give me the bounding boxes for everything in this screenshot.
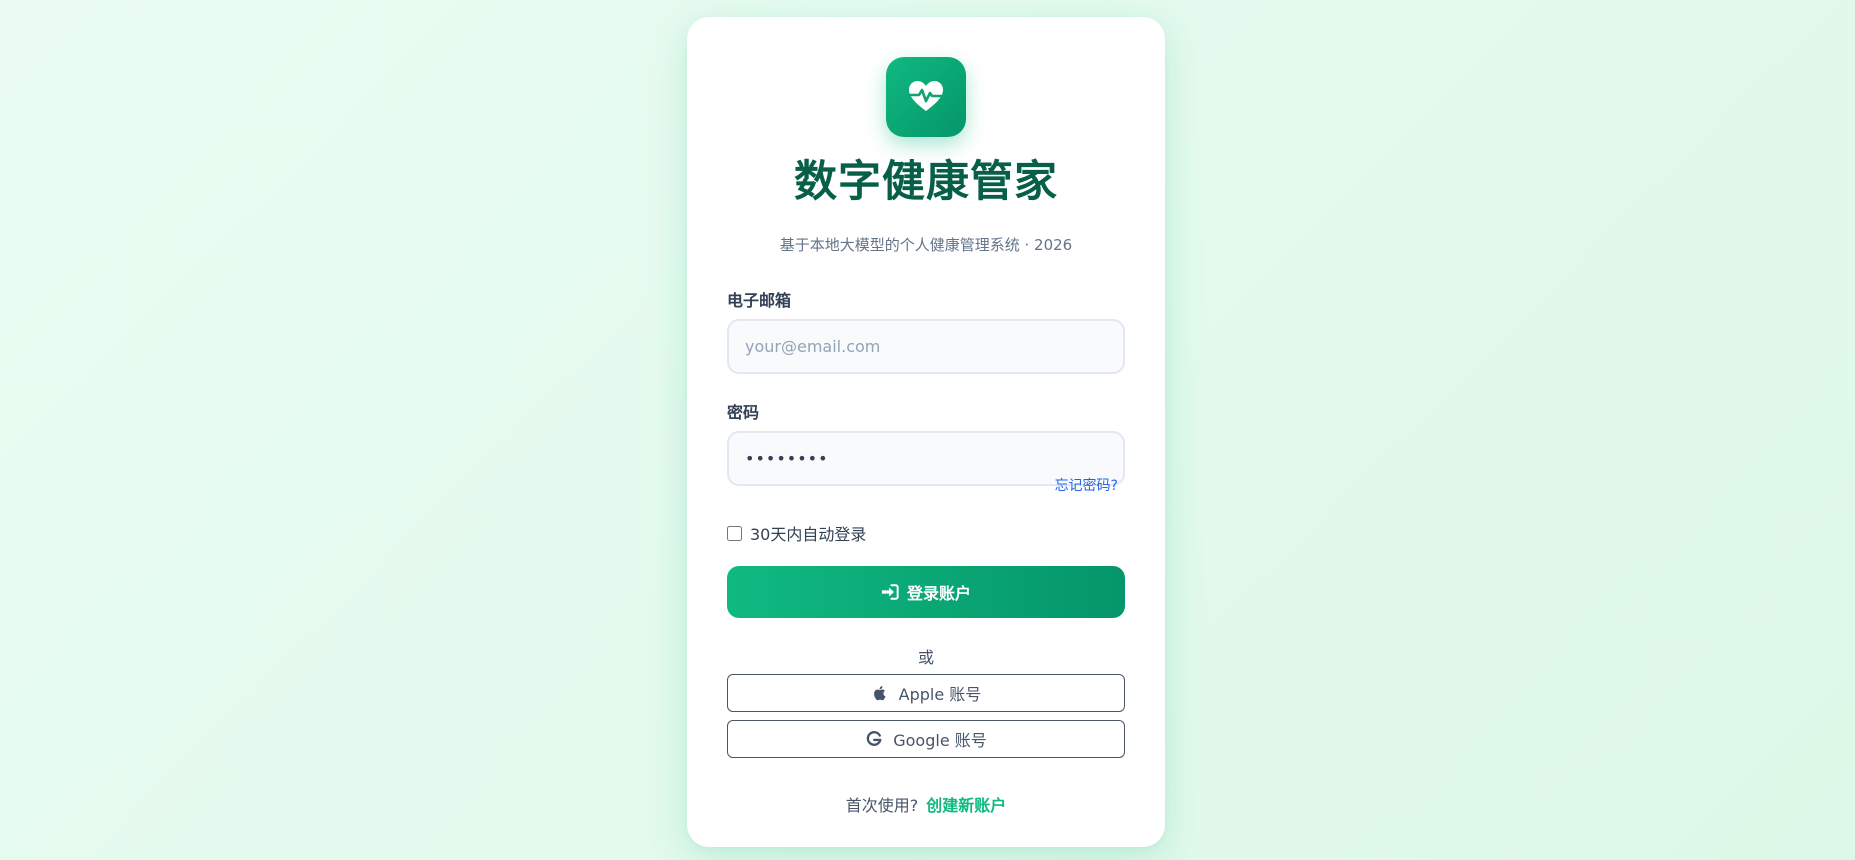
signup-prompt-text: 首次使用? (845, 796, 919, 815)
app-logo (886, 57, 966, 137)
heart-pulse-icon (908, 81, 944, 111)
remember-me-option[interactable]: 30天内自动登录 (727, 521, 866, 545)
google-login-button[interactable]: Google 账号 (727, 720, 1125, 758)
login-button[interactable]: 登录账户 (727, 566, 1125, 618)
google-login-label: Google 账号 (893, 731, 987, 750)
password-label: 密码 (727, 403, 760, 422)
app-subtitle: 基于本地大模型的个人健康管理系统 · 2026 (779, 236, 1073, 254)
sign-in-icon (881, 584, 899, 600)
apple-login-label: Apple 账号 (898, 685, 982, 704)
login-button-label: 登录账户 (906, 584, 971, 603)
remember-me-label: 30天内自动登录 (750, 525, 867, 544)
apple-icon (873, 686, 886, 701)
divider-text: 或 (917, 648, 934, 667)
remember-me-checkbox[interactable] (727, 525, 742, 541)
forgot-password-link[interactable]: 忘记密码? (1055, 475, 1118, 495)
email-label: 电子邮箱 (727, 291, 792, 310)
email-field[interactable] (727, 319, 1125, 374)
signup-prompt: 首次使用? 创建新账户 (687, 792, 1165, 816)
google-icon (866, 731, 882, 746)
app-title: 数字健康管家 (794, 157, 1058, 207)
create-account-link[interactable]: 创建新账户 (926, 796, 1006, 815)
login-card: 数字健康管家 基于本地大模型的个人健康管理系统 · 2026 电子邮箱 密码 忘… (687, 17, 1165, 847)
apple-login-button[interactable]: Apple 账号 (727, 674, 1125, 712)
